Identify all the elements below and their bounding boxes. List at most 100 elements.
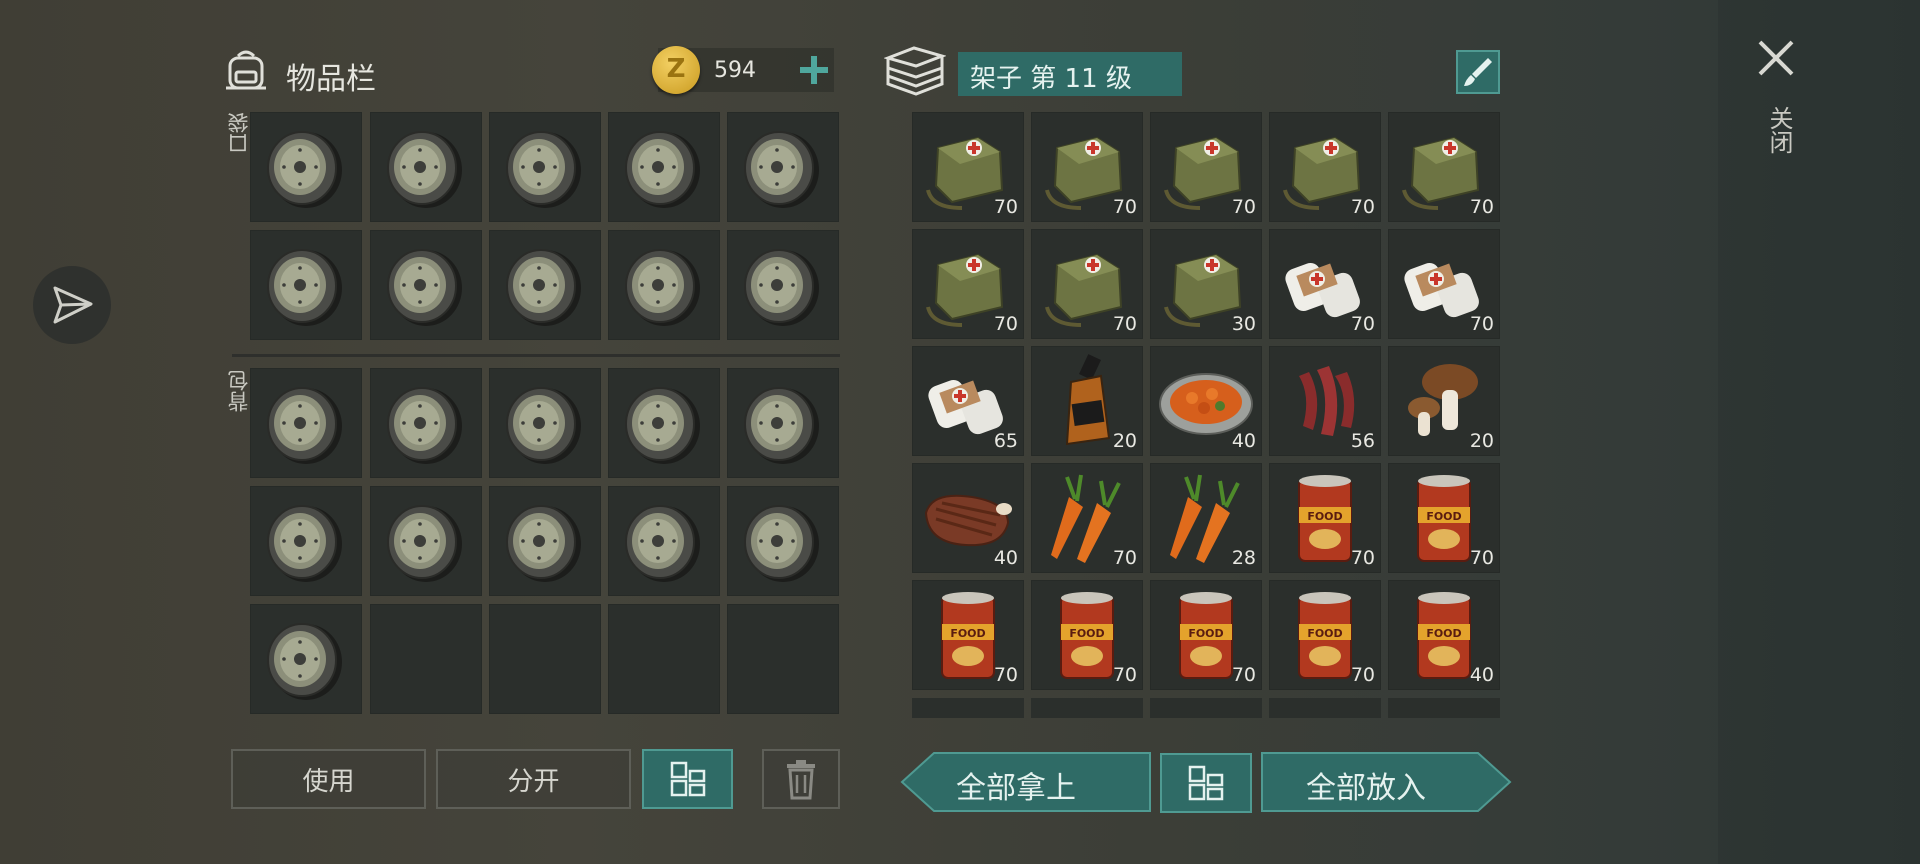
pocket-slot[interactable] <box>489 230 601 340</box>
sort-container-button[interactable] <box>1160 753 1252 813</box>
container-slot[interactable]: FOOD 70 <box>1388 463 1500 573</box>
item-quantity: 70 <box>1469 313 1494 335</box>
disc-icon <box>744 249 819 326</box>
backpack-slot[interactable] <box>489 486 601 596</box>
empty-slot[interactable] <box>370 604 482 714</box>
container-slot[interactable] <box>1150 698 1262 718</box>
container-slot[interactable]: 40 <box>1150 346 1262 456</box>
pocket-slot[interactable] <box>250 112 362 222</box>
container-slot[interactable]: 65 <box>912 346 1024 456</box>
pocket-slot[interactable] <box>489 112 601 222</box>
empty-slot[interactable] <box>727 604 839 714</box>
backpack-slot[interactable] <box>608 486 720 596</box>
container-slot[interactable] <box>1269 698 1381 718</box>
container-slot[interactable]: FOOD 70 <box>1269 580 1381 690</box>
item-quantity: 70 <box>1469 547 1494 569</box>
section-divider <box>232 354 840 357</box>
container-slot[interactable]: 56 <box>1269 346 1381 456</box>
empty-slot[interactable] <box>608 604 720 714</box>
backpack-slot[interactable] <box>727 486 839 596</box>
item-quantity: 70 <box>1350 664 1375 686</box>
split-button[interactable]: 分开 <box>436 749 631 809</box>
container-slot[interactable] <box>1031 698 1143 718</box>
pocket-slot[interactable] <box>370 112 482 222</box>
backpack-slot[interactable] <box>250 604 362 714</box>
backpack-slot[interactable] <box>608 368 720 478</box>
svg-text:FOOD: FOOD <box>1069 627 1104 640</box>
container-slot[interactable] <box>1388 698 1500 718</box>
pocket-slot[interactable] <box>608 230 720 340</box>
container-slot[interactable]: FOOD 70 <box>912 580 1024 690</box>
pocket-slot[interactable] <box>727 230 839 340</box>
edit-container-button[interactable] <box>1456 50 1500 94</box>
pocket-slot[interactable] <box>250 230 362 340</box>
item-quantity: 20 <box>1112 430 1137 452</box>
close-icon <box>1758 40 1794 76</box>
container-slot[interactable]: FOOD 40 <box>1388 580 1500 690</box>
svg-text:FOOD: FOOD <box>1426 627 1461 640</box>
coin-icon: Z <box>652 46 700 94</box>
container-slot[interactable]: 20 <box>1388 346 1500 456</box>
disc-icon <box>625 505 700 582</box>
svg-text:FOOD: FOOD <box>950 627 985 640</box>
backpack-icon <box>226 50 266 90</box>
put-all-label: 全部放入 <box>1306 771 1426 806</box>
pocket-slot[interactable] <box>727 112 839 222</box>
take-all-label: 全部拿上 <box>956 771 1076 806</box>
item-quantity: 28 <box>1231 547 1256 569</box>
item-quantity: 56 <box>1350 430 1375 452</box>
item-quantity: 70 <box>1112 313 1137 335</box>
container-title: 架子 第 11 级 <box>970 64 1132 94</box>
container-slot[interactable]: 70 <box>1031 112 1143 222</box>
container-slot[interactable]: 40 <box>912 463 1024 573</box>
container-slot[interactable]: FOOD 70 <box>1150 580 1262 690</box>
container-slot[interactable]: 20 <box>1031 346 1143 456</box>
put-all-button[interactable]: 全部放入 <box>1260 751 1512 813</box>
item-quantity: 40 <box>1231 430 1256 452</box>
container-title-box: 架子 第 11 级 <box>958 52 1182 96</box>
add-coins-icon[interactable] <box>798 54 830 86</box>
disc-icon <box>387 387 462 464</box>
container-slot[interactable]: 70 <box>1150 112 1262 222</box>
close-button[interactable]: 关闭 <box>1748 30 1804 170</box>
container-slot[interactable]: 70 <box>912 112 1024 222</box>
use-button[interactable]: 使用 <box>231 749 426 809</box>
share-button[interactable] <box>33 266 111 344</box>
container-slot[interactable]: 70 <box>1269 112 1381 222</box>
container-slot[interactable] <box>912 698 1024 718</box>
shelf-icon <box>884 46 946 96</box>
backpack-slot[interactable] <box>250 486 362 596</box>
container-slot[interactable]: 70 <box>912 229 1024 339</box>
container-slot[interactable]: 70 <box>1388 229 1500 339</box>
container-slot[interactable]: 70 <box>1388 112 1500 222</box>
svg-text:FOOD: FOOD <box>1426 510 1461 523</box>
pocket-slot[interactable] <box>608 112 720 222</box>
item-quantity: 70 <box>1112 547 1137 569</box>
container-slot[interactable]: FOOD 70 <box>1269 463 1381 573</box>
backpack-slot[interactable] <box>370 486 482 596</box>
sort-inventory-button[interactable] <box>642 749 733 809</box>
item-quantity: 70 <box>1112 664 1137 686</box>
item-quantity: 30 <box>1231 313 1256 335</box>
backpack-slot[interactable] <box>489 368 601 478</box>
container-slot[interactable]: 30 <box>1150 229 1262 339</box>
take-all-button[interactable]: 全部拿上 <box>900 751 1152 813</box>
container-slot[interactable]: FOOD 70 <box>1031 580 1143 690</box>
item-quantity: 65 <box>993 430 1018 452</box>
backpack-slot[interactable] <box>370 368 482 478</box>
send-icon <box>53 286 93 324</box>
delete-button[interactable] <box>762 749 840 809</box>
backpack-slot[interactable] <box>727 368 839 478</box>
container-slot[interactable]: 70 <box>1031 229 1143 339</box>
item-quantity: 70 <box>1231 196 1256 218</box>
disc-icon <box>267 131 342 208</box>
disc-icon <box>625 249 700 326</box>
pocket-slot[interactable] <box>370 230 482 340</box>
container-slot[interactable]: 28 <box>1150 463 1262 573</box>
disc-icon <box>387 505 462 582</box>
empty-slot[interactable] <box>489 604 601 714</box>
container-slot[interactable]: 70 <box>1269 229 1381 339</box>
backpack-slot[interactable] <box>250 368 362 478</box>
coin-amount: 594 <box>714 58 756 83</box>
container-slot[interactable]: 70 <box>1031 463 1143 573</box>
